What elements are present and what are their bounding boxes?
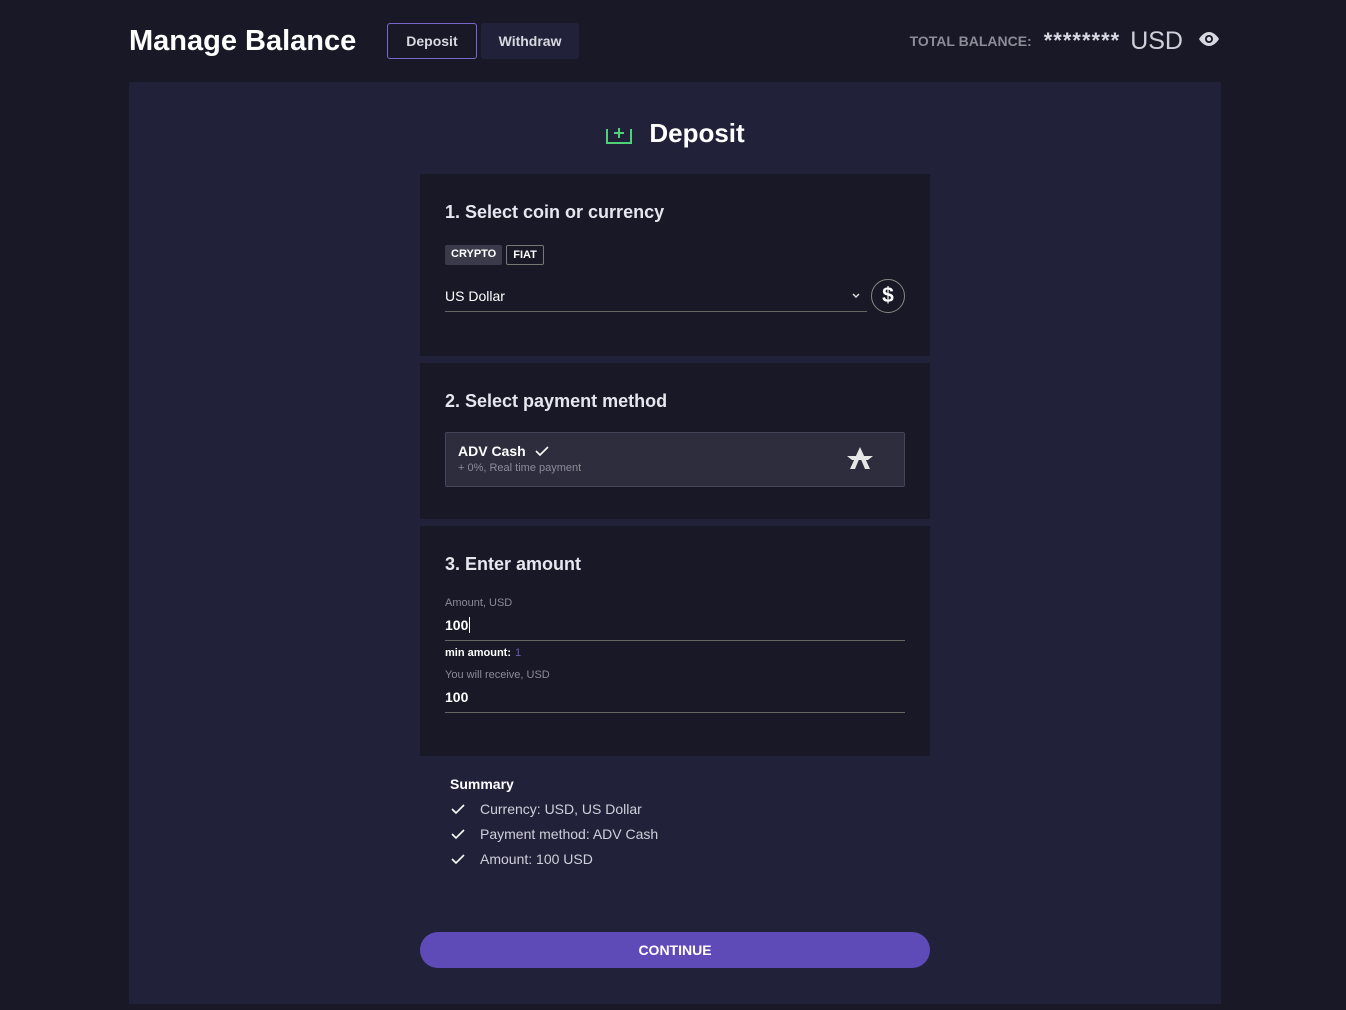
tab-deposit[interactable]: Deposit xyxy=(387,23,477,59)
step2-title: 2. Select payment method xyxy=(445,391,668,411)
eye-icon[interactable] xyxy=(1197,30,1221,53)
summary-item: Currency: USD, US Dollar xyxy=(450,801,658,817)
min-amount-label: min amount: xyxy=(445,647,511,659)
currency-select[interactable]: US Dollar xyxy=(445,280,867,312)
deposit-heading: Deposit xyxy=(129,118,1221,149)
chip-crypto[interactable]: CRYPTO xyxy=(445,245,503,265)
amount-label: Amount, USD xyxy=(445,597,513,609)
chevron-down-icon xyxy=(852,292,860,298)
deposit-title: Deposit xyxy=(649,118,745,148)
receive-label: You will receive, USD xyxy=(445,669,550,681)
method-description: + 0%, Real time payment xyxy=(458,462,582,474)
summary: Summary Currency: USD, US Dollar Payment… xyxy=(450,776,658,867)
summary-title: Summary xyxy=(450,776,514,792)
step-payment-method: 2. Select payment method ADV Cash + 0%, … xyxy=(420,363,930,519)
continue-button[interactable]: CONTINUE xyxy=(420,932,930,968)
amount-input[interactable]: 100 xyxy=(445,609,905,641)
deposit-panel: Deposit 1. Select coin or currency CRYPT… xyxy=(129,82,1221,1004)
summary-item: Amount: 100 USD xyxy=(450,851,658,867)
chip-fiat[interactable]: FIAT xyxy=(506,245,544,265)
min-amount-value: 1 xyxy=(515,647,522,659)
text-caret xyxy=(469,616,471,633)
summary-currency: Currency: USD, US Dollar xyxy=(480,801,642,817)
step3-title: 3. Enter amount xyxy=(445,554,582,574)
check-icon xyxy=(451,804,465,815)
tab-withdraw[interactable]: Withdraw xyxy=(480,23,580,59)
step-enter-amount: 3. Enter amount Amount, USD 100 min amou… xyxy=(420,526,930,756)
page-title: Manage Balance xyxy=(129,24,357,57)
summary-payment-method: Payment method: ADV Cash xyxy=(480,826,659,842)
amount-value: 100 xyxy=(445,616,469,633)
balance-value: ******** xyxy=(1043,28,1121,53)
step-select-currency: 1. Select coin or currency CRYPTO FIAT U… xyxy=(420,174,930,356)
payment-method-adv-cash[interactable]: ADV Cash + 0%, Real time payment xyxy=(445,432,905,487)
total-balance: TOTAL BALANCE: ******** USD xyxy=(910,27,1221,56)
step1-title: 1. Select coin or currency xyxy=(445,202,665,222)
balance-currency: USD xyxy=(1130,26,1183,55)
balance-label: TOTAL BALANCE: xyxy=(909,33,1032,49)
check-icon xyxy=(451,854,465,865)
min-amount: min amount: 1 xyxy=(445,647,905,659)
header: Manage Balance Deposit Withdraw TOTAL BA… xyxy=(129,0,1221,82)
check-icon xyxy=(451,829,465,840)
check-icon xyxy=(535,446,549,457)
summary-amount: Amount: 100 USD xyxy=(480,851,593,867)
dollar-icon: $ xyxy=(871,279,905,313)
method-name: ADV Cash xyxy=(458,443,526,459)
summary-item: Payment method: ADV Cash xyxy=(450,826,658,842)
currency-select-value: US Dollar xyxy=(445,287,505,304)
receive-field: 100 xyxy=(445,681,905,713)
deposit-tray-icon xyxy=(606,127,633,144)
adv-cash-logo-icon xyxy=(847,447,873,469)
receive-value: 100 xyxy=(445,688,469,705)
